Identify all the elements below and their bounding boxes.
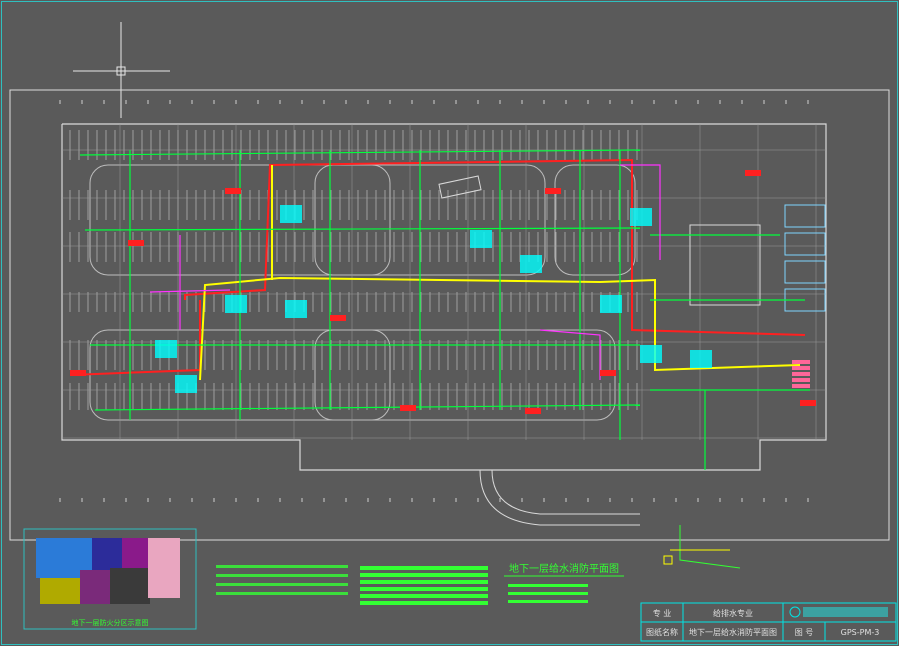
hydrant-cabinet-tag <box>285 300 307 318</box>
label-red <box>330 315 346 321</box>
label-red <box>400 405 416 411</box>
fire-zone <box>80 570 110 604</box>
legend-line <box>360 573 488 577</box>
note-line <box>216 592 348 595</box>
keymap-caption: 地下一层防火分区示意图 <box>72 618 149 627</box>
hydrant-cabinet-tag <box>175 375 197 393</box>
riser-block <box>792 378 810 382</box>
fire-zone <box>40 578 80 604</box>
label-red <box>70 370 86 376</box>
riser-block <box>792 360 810 364</box>
legend-line <box>360 580 488 584</box>
legend-line <box>360 587 488 591</box>
legend-line <box>508 592 588 595</box>
company-logo-icon <box>789 606 888 618</box>
hydrant-cabinet-tag <box>630 208 652 226</box>
fire-zone <box>110 568 150 604</box>
note-line <box>216 574 348 577</box>
label-red <box>600 370 616 376</box>
label-red <box>525 408 541 414</box>
hydrant-cabinet-tag <box>520 255 542 273</box>
keymap-zones <box>36 538 180 604</box>
label-red <box>800 400 816 406</box>
legend-line <box>508 600 588 603</box>
specialty-label: 专 业 <box>653 608 672 618</box>
note-line <box>216 583 348 586</box>
label-red <box>128 240 144 246</box>
drawing-no-value: GPS-PM-3 <box>841 628 880 637</box>
drawing-no-label: 图 号 <box>795 628 814 637</box>
riser-block <box>792 384 810 388</box>
label-red <box>745 170 761 176</box>
hydrant-cabinet-tag <box>280 205 302 223</box>
note-line <box>216 565 348 568</box>
hydrant-cabinet-tag <box>600 295 622 313</box>
hydrant-cabinet-tag <box>155 340 177 358</box>
cad-viewport[interactable]: 地下一层防火分区示意图 地下一层给水消防平面图 专 业 给排水专业 图纸名称 地… <box>0 0 899 646</box>
hydrant-cabinet-tag <box>690 350 712 368</box>
fire-zone <box>122 538 148 568</box>
drawing-title: 地下一层给水消防平面图 <box>509 562 619 575</box>
fire-zone <box>92 538 122 573</box>
legend-line <box>360 566 488 570</box>
legend-line <box>360 601 488 605</box>
drawing-name-label: 图纸名称 <box>646 627 678 637</box>
legend-line <box>360 594 488 598</box>
riser-block <box>792 366 810 370</box>
specialty-value: 给排水专业 <box>713 608 753 618</box>
hydrant-cabinet-tag <box>470 230 492 248</box>
legend-line <box>508 584 588 587</box>
riser-block <box>792 372 810 376</box>
label-red <box>225 188 241 194</box>
hydrant-cabinet-tag <box>640 345 662 363</box>
fire-zone <box>148 538 180 598</box>
hydrant-cabinet-tag <box>225 295 247 313</box>
drawing-name-value: 地下一层给水消防平面图 <box>689 627 777 637</box>
label-red <box>545 188 561 194</box>
